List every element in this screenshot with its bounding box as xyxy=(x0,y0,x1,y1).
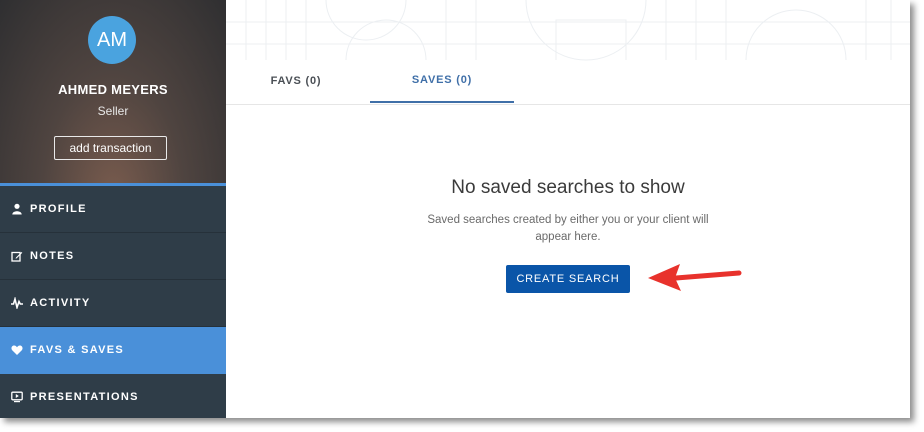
profile-card: AM AHMED MEYERS Seller add transaction xyxy=(0,0,226,183)
sidebar-item-presentations[interactable]: PRESENTATIONS xyxy=(0,374,226,418)
empty-state-title: No saved searches to show xyxy=(451,177,685,198)
sidebar-item-label: NOTES xyxy=(30,250,75,262)
user-role: Seller xyxy=(97,104,129,118)
sidebar: AM AHMED MEYERS Seller add transaction P… xyxy=(0,0,226,418)
sidebar-nav: PROFILE NOTES ACTIVITY FAVS & SAVES PRES… xyxy=(0,186,226,418)
tab-bar: FAVS (0) SAVES (0) xyxy=(226,58,910,105)
sidebar-item-favs-saves[interactable]: FAVS & SAVES xyxy=(0,327,226,374)
app-window: AM AHMED MEYERS Seller add transaction P… xyxy=(0,0,910,418)
main-content: FAVS (0) SAVES (0) No saved searches to … xyxy=(226,0,910,418)
edit-icon xyxy=(10,249,24,263)
sidebar-item-label: PROFILE xyxy=(30,203,87,215)
sidebar-item-label: PRESENTATIONS xyxy=(30,391,139,403)
user-icon xyxy=(10,202,24,216)
empty-state-description: Saved searches created by either you or … xyxy=(427,214,709,243)
activity-icon xyxy=(10,296,24,310)
presentation-icon xyxy=(10,390,24,404)
tab-favs[interactable]: FAVS (0) xyxy=(256,58,336,103)
sidebar-item-label: ACTIVITY xyxy=(30,297,91,309)
sidebar-item-profile[interactable]: PROFILE xyxy=(0,186,226,233)
sidebar-item-label: FAVS & SAVES xyxy=(30,344,125,356)
add-transaction-button[interactable]: add transaction xyxy=(54,136,167,160)
user-name: AHMED MEYERS xyxy=(58,82,168,97)
sidebar-item-activity[interactable]: ACTIVITY xyxy=(0,280,226,327)
heart-icon xyxy=(10,343,24,357)
create-search-button[interactable]: CREATE SEARCH xyxy=(506,265,630,293)
tab-saves[interactable]: SAVES (0) xyxy=(370,58,514,103)
sidebar-item-notes[interactable]: NOTES xyxy=(0,233,226,280)
annotation-arrow-icon xyxy=(648,264,742,291)
avatar: AM xyxy=(88,16,136,64)
